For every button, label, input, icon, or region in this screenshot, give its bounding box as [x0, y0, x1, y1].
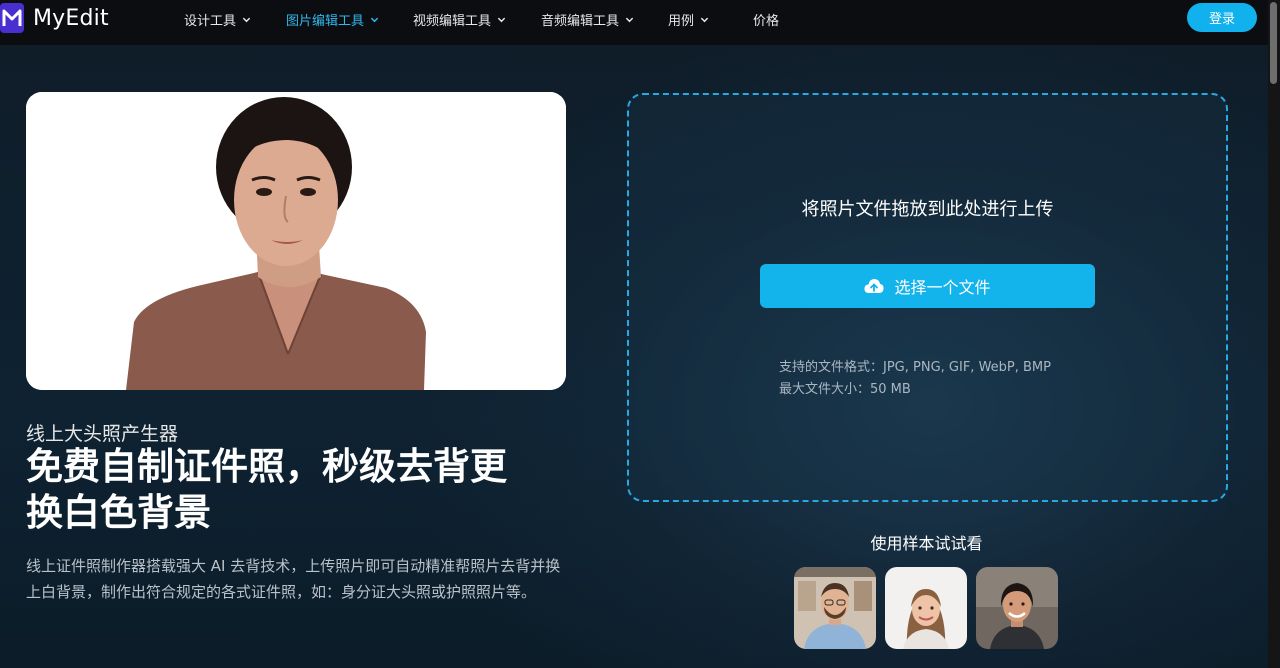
- choose-file-button[interactable]: 选择一个文件: [760, 264, 1095, 308]
- hero-headline: 免费自制证件照，秒级去背更 换白色背景: [26, 444, 586, 536]
- headline-line-2: 换白色背景: [26, 491, 211, 534]
- page-scrollbar[interactable]: [1268, 0, 1280, 668]
- man-sample-thumbnail: [794, 567, 876, 649]
- nav-label: 图片编辑工具: [286, 14, 365, 29]
- hero-subtitle: 线上大头照产生器: [26, 423, 179, 445]
- nav-label: 价格: [753, 14, 780, 29]
- sample-image-girl[interactable]: [885, 567, 967, 649]
- chevron-down-icon: [497, 17, 506, 23]
- upload-dropzone[interactable]: 将照片文件拖放到此处进行上传 选择一个文件 支持的文件格式：JPG, PNG, …: [627, 93, 1228, 502]
- nav-audio-tools[interactable]: 音频编辑工具: [541, 10, 634, 29]
- woman-portrait-illustration: [26, 92, 566, 390]
- top-navigation-bar: MyEdit 设计工具 图片编辑工具 视频编辑工具 音频编辑工具 用例 价格 登…: [0, 0, 1268, 45]
- nav-use-cases[interactable]: 用例: [668, 10, 709, 29]
- scrollbar-thumb[interactable]: [1270, 2, 1277, 84]
- nav-label: 设计工具: [184, 14, 237, 29]
- login-button[interactable]: 登录: [1187, 3, 1257, 32]
- myedit-logo[interactable]: [0, 3, 24, 33]
- hero-description: 线上证件照制作器搭载强大 AI 去背技术，上传照片即可自动精准帮照片去背并换上白…: [26, 557, 561, 601]
- woman-sample-thumbnail: [976, 567, 1058, 649]
- sample-image-man[interactable]: [794, 567, 876, 649]
- sample-image-woman[interactable]: [976, 567, 1058, 649]
- brand-name[interactable]: MyEdit: [33, 6, 109, 31]
- headline-line-1: 免费自制证件照，秒级去背更: [26, 445, 507, 488]
- samples-title: 使用样本试试看: [870, 534, 983, 553]
- chevron-down-icon: [370, 17, 379, 23]
- nav-label: 用例: [668, 14, 695, 29]
- choose-file-label: 选择一个文件: [894, 278, 991, 297]
- hero-portrait-image: [26, 92, 566, 390]
- dropzone-title: 将照片文件拖放到此处进行上传: [801, 199, 1054, 220]
- girl-sample-thumbnail: [885, 567, 967, 649]
- chevron-down-icon: [242, 17, 251, 23]
- chevron-down-icon: [700, 17, 709, 23]
- cloud-upload-icon: [864, 279, 885, 293]
- nav-pricing[interactable]: 价格: [753, 10, 779, 29]
- chevron-down-icon: [625, 17, 634, 23]
- nav-photo-tools[interactable]: 图片编辑工具: [286, 10, 379, 29]
- nav-video-tools[interactable]: 视频编辑工具: [413, 10, 506, 29]
- nav-design-tools[interactable]: 设计工具: [184, 10, 251, 29]
- nav-label: 视频编辑工具: [413, 14, 492, 29]
- nav-label: 音频编辑工具: [541, 14, 620, 29]
- max-file-size: 最大文件大小：50 MB: [779, 382, 911, 397]
- file-requirements: 支持的文件格式：JPG, PNG, GIF, WebP, BMP 最大文件大小：…: [779, 357, 1051, 401]
- supported-formats: 支持的文件格式：JPG, PNG, GIF, WebP, BMP: [779, 360, 1051, 375]
